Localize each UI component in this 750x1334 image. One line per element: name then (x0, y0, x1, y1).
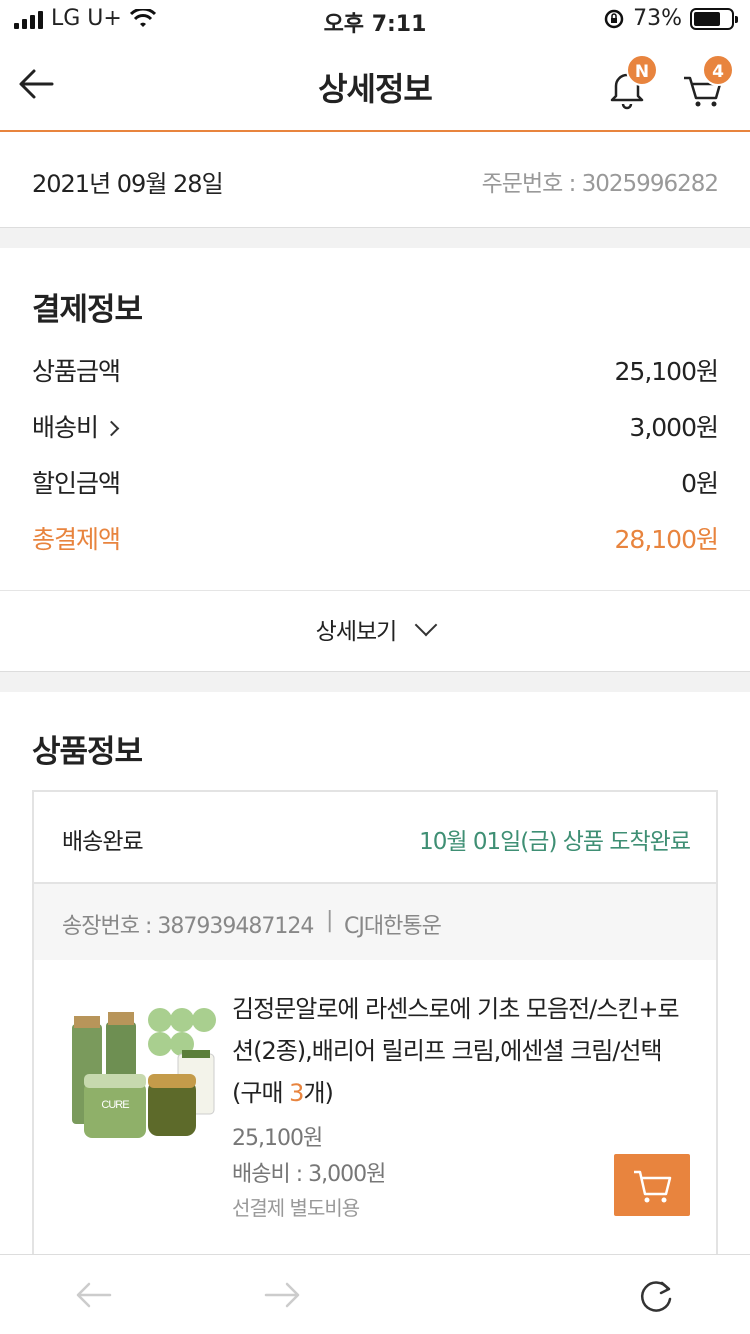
order-header: 2021년 09월 28일 주문번호 : 3025996282 (0, 132, 750, 228)
prepaid-note: 선결제 별도비용 (232, 1196, 360, 1220)
delivery-status: 배송완료 (62, 829, 144, 855)
browser-back-icon[interactable] (74, 1275, 114, 1315)
battery-icon (690, 7, 738, 30)
product-amount-value: 25,100원 (614, 357, 719, 386)
cart-icon (634, 1170, 672, 1203)
product-price: 25,100원 (232, 1126, 323, 1151)
chevron-right-icon (103, 420, 120, 437)
status-bar: LG U+ 오후 7:11 73% (0, 0, 750, 40)
order-item-card: 배송완료 10월 01일(금) 상품 도착완료 송장번호 : 387939487… (32, 790, 718, 1270)
cart-button[interactable]: 4 (680, 54, 734, 110)
shipping-fee-value: 3,000원 (629, 413, 719, 442)
product-name-suffix: 개) (303, 1079, 333, 1107)
total-label: 총결제액 (32, 525, 121, 554)
product-section: 상품정보 배송완료 10월 01일(금) 상품 도착완료 송장번호 : 3879… (0, 692, 750, 1270)
shipping-fee-label: 배송비 (32, 413, 99, 442)
section-divider (0, 228, 750, 248)
discount-label: 할인금액 (32, 469, 121, 498)
browser-forward-icon[interactable] (262, 1275, 302, 1315)
status-right: 73% (603, 6, 738, 31)
product-name[interactable]: 김정문알로에 라센스로에 기초 모음전/스킨+로션(2종),배리어 릴리프 크림… (232, 988, 692, 1114)
product-thumbnail[interactable]: CURE (68, 994, 218, 1144)
product-amount-label: 상품금액 (32, 357, 121, 386)
product-title: 상품정보 (32, 734, 143, 770)
invoice-number: 송장번호 : 387939487124 (62, 914, 314, 939)
delivery-status-row: 배송완료 10월 01일(금) 상품 도착완료 (34, 792, 716, 884)
product-shipping: 배송비 : 3,000원 (232, 1162, 386, 1187)
order-number: 주문번호 : 3025996282 (481, 171, 719, 197)
thumb-text: CURE (101, 1099, 129, 1111)
battery-percent: 73% (633, 6, 682, 31)
cart-badge: 4 (702, 54, 734, 86)
battery-fill (694, 11, 721, 26)
courier-name[interactable]: CJ대한통운 (344, 908, 442, 940)
payment-section: 결제정보 상품금액 25,100원 배송비 3,000원 할인금액 0원 총결제… (0, 248, 750, 590)
product-quantity: 3 (289, 1079, 304, 1107)
invoice-row: 송장번호 : 387939487124 | CJ대한통운 (34, 884, 716, 960)
top-nav: 상세정보 N 4 (0, 40, 750, 132)
total-value: 28,100원 (614, 525, 719, 554)
notification-button[interactable]: N (604, 54, 658, 110)
view-details-label: 상세보기 (315, 619, 398, 645)
shipping-fee-label-group: 배송비 (32, 408, 120, 448)
product-item: CURE 김정문알로에 라센스로에 기초 모음전/스킨+로션(2종),배리어 릴… (34, 960, 716, 1260)
browser-toolbar (0, 1254, 750, 1334)
refresh-icon[interactable] (638, 1275, 674, 1315)
view-details-button[interactable]: 상세보기 (0, 590, 750, 672)
order-date: 2021년 09월 28일 (32, 170, 224, 198)
invoice-separator: | (326, 908, 333, 933)
product-amount-row: 상품금액 25,100원 (32, 352, 719, 392)
notification-badge: N (626, 54, 658, 86)
discount-value: 0원 (681, 469, 719, 498)
orientation-lock-icon (604, 9, 624, 28)
total-row: 총결제액 28,100원 (32, 520, 719, 560)
chevron-down-icon (414, 613, 438, 637)
add-to-cart-button[interactable] (614, 1154, 690, 1216)
section-divider (0, 672, 750, 692)
discount-row: 할인금액 0원 (32, 464, 719, 504)
payment-title: 결제정보 (32, 292, 143, 328)
arrival-info: 10월 01일(금) 상품 도착완료 (419, 829, 691, 855)
shipping-fee-row[interactable]: 배송비 3,000원 (32, 408, 719, 448)
